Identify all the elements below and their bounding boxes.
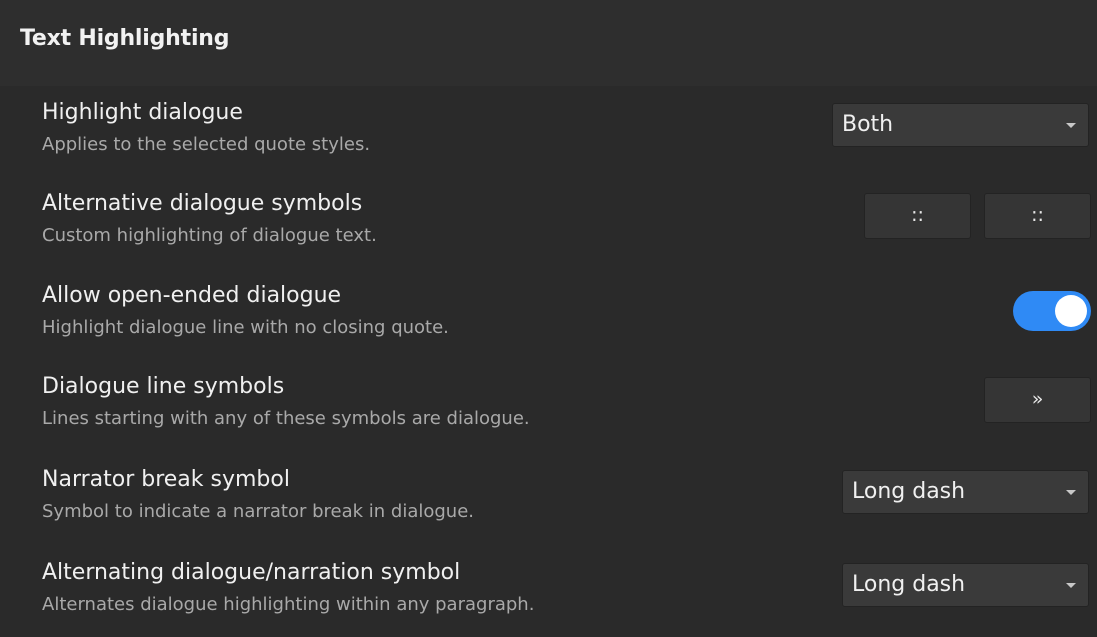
- select-value: Long dash: [852, 479, 966, 504]
- setting-description: Lines starting with any of these symbols…: [42, 408, 530, 429]
- setting-title: Narrator break symbol: [42, 467, 290, 492]
- setting-description: Alternates dialogue highlighting within …: [42, 594, 535, 615]
- setting-title: Dialogue line symbols: [42, 374, 285, 399]
- chevron-down-icon: [1066, 490, 1076, 495]
- settings-page: Text Highlighting Highlight dialogue App…: [0, 0, 1097, 637]
- chevron-down-icon: [1066, 123, 1076, 128]
- dialogue-line-symbols-button[interactable]: »: [984, 377, 1091, 423]
- highlight-dialogue-select[interactable]: Both: [832, 103, 1089, 147]
- setting-description: Symbol to indicate a narrator break in d…: [42, 501, 474, 522]
- alt-dialogue-close-symbol-button[interactable]: ::: [984, 193, 1091, 239]
- select-value: Both: [842, 112, 894, 137]
- toggle-knob: [1055, 295, 1087, 327]
- setting-description: Applies to the selected quote styles.: [42, 134, 371, 155]
- setting-title: Highlight dialogue: [42, 100, 243, 125]
- setting-title: Alternating dialogue/narration symbol: [42, 560, 461, 585]
- select-value: Long dash: [852, 572, 966, 597]
- setting-dialogue-line-symbols: Dialogue line symbols Lines starting wit…: [42, 374, 1092, 454]
- narrator-break-symbol-select[interactable]: Long dash: [842, 470, 1089, 514]
- open-ended-dialogue-toggle[interactable]: [1013, 291, 1091, 331]
- alt-dialogue-open-symbol-button[interactable]: ::: [864, 193, 971, 239]
- setting-description: Highlight dialogue line with no closing …: [42, 317, 449, 338]
- setting-title: Alternative dialogue symbols: [42, 191, 363, 216]
- setting-title: Allow open-ended dialogue: [42, 283, 342, 308]
- chevron-down-icon: [1066, 583, 1076, 588]
- setting-allow-open-ended-dialogue: Allow open-ended dialogue Highlight dial…: [42, 283, 1092, 363]
- setting-description: Custom highlighting of dialogue text.: [42, 225, 377, 246]
- alternating-symbol-select[interactable]: Long dash: [842, 563, 1089, 607]
- section-title: Text Highlighting: [20, 26, 230, 51]
